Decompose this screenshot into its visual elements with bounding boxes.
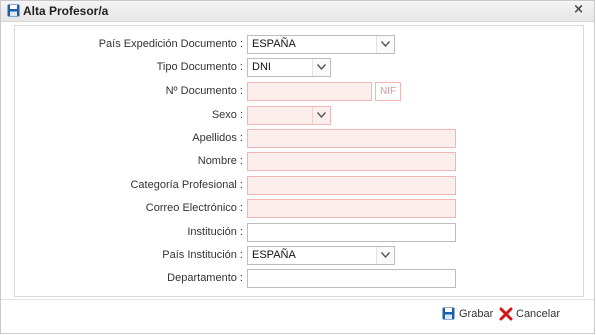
tipo-documento-select[interactable]: DNI [247,58,331,77]
categoria-profesional-input[interactable] [247,176,456,195]
form-panel: País Expedición Documento : ESPAÑA Tipo … [14,25,584,297]
close-button[interactable]: × [573,2,584,18]
chevron-down-icon[interactable] [312,107,330,124]
nif-button[interactable]: NIF [375,82,401,101]
row-nombre: Nombre : [15,152,583,172]
categoria-profesional-label: Categoría Profesional : [130,179,243,191]
row-categoria-profesional: Categoría Profesional : [15,176,583,196]
correo-electronico-input[interactable] [247,199,456,218]
pais-expedicion-label: País Expedición Documento : [98,38,243,50]
pais-institucion-label: País Institución : [162,249,243,261]
cancelar-button[interactable]: Cancelar [499,307,561,323]
save-icon [442,307,455,320]
pais-institucion-value: ESPAÑA [252,249,296,261]
row-pais-institucion: País Institución : ESPAÑA [15,246,583,266]
nombre-input[interactable] [247,152,456,171]
grabar-button[interactable]: Grabar [442,307,494,323]
row-tipo-documento: Tipo Documento : DNI [15,58,583,78]
row-numero-documento: Nº Documento : NIF [15,82,583,102]
chevron-down-icon[interactable] [376,247,394,264]
apellidos-input[interactable] [247,129,456,148]
save-icon [7,4,20,17]
cancelar-label: Cancelar [516,308,561,320]
dialog-titlebar: Alta Profesor/a × [1,1,594,22]
row-institucion: Institución : [15,223,583,243]
pais-expedicion-select[interactable]: ESPAÑA [247,35,395,54]
dialog-title: Alta Profesor/a [23,4,109,18]
chevron-down-icon[interactable] [376,36,394,53]
pais-institucion-select[interactable]: ESPAÑA [247,246,395,265]
row-apellidos: Apellidos : [15,129,583,149]
nombre-label: Nombre : [197,155,243,167]
alta-profesor-dialog: Alta Profesor/a × País Expedición Docume… [0,0,595,334]
correo-electronico-label: Correo Electrónico : [145,202,243,214]
cancel-icon [499,307,513,321]
sexo-select[interactable] [247,106,331,125]
row-pais-expedicion: País Expedición Documento : ESPAÑA [15,35,583,55]
institucion-input[interactable] [247,223,456,242]
grabar-label: Grabar [459,308,494,320]
sexo-label: Sexo : [211,109,243,121]
institucion-label: Institución : [187,226,243,238]
tipo-documento-label: Tipo Documento : [156,61,243,73]
departamento-input[interactable] [247,269,456,288]
departamento-label: Departamento : [167,272,243,284]
row-correo-electronico: Correo Electrónico : [15,199,583,219]
footer-divider [1,299,594,300]
numero-documento-input[interactable] [247,82,372,101]
row-sexo: Sexo : [15,106,583,126]
row-departamento: Departamento : [15,269,583,289]
pais-expedicion-value: ESPAÑA [252,38,296,50]
chevron-down-icon[interactable] [312,59,330,76]
apellidos-label: Apellidos : [192,132,243,144]
tipo-documento-value: DNI [252,61,271,73]
numero-documento-label: Nº Documento : [165,85,243,97]
